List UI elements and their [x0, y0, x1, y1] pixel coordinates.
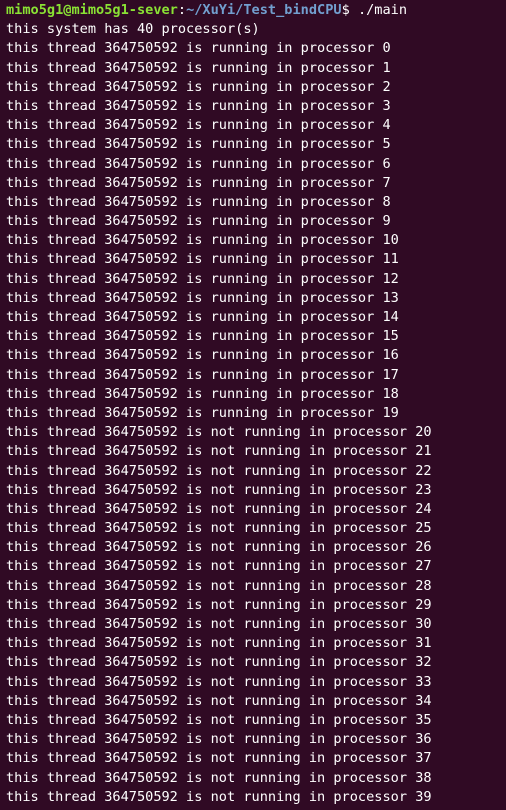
output-line: this thread 364750592 is not running in … [6, 539, 432, 556]
output-line: this thread 364750592 is running in proc… [6, 347, 399, 364]
prompt-line: mimo5g1@mimo5g1-sever:~/XuYi/Test_bindCP… [6, 1, 506, 20]
output-line: this thread 364750592 is running in proc… [6, 289, 399, 306]
output-line: this thread 364750592 is not running in … [6, 481, 432, 498]
output-line: this thread 364750592 is running in proc… [6, 213, 391, 230]
output-line: this thread 364750592 is not running in … [6, 711, 432, 728]
output-line: this thread 364750592 is not running in … [6, 558, 432, 575]
output-line: this thread 364750592 is not running in … [6, 654, 432, 671]
prompt-separator: : [177, 2, 187, 18]
output-line: this thread 364750592 is not running in … [6, 788, 432, 805]
output-line: this thread 364750592 is running in proc… [6, 78, 391, 95]
output-line: this thread 364750592 is not running in … [6, 635, 432, 652]
output-line: this thread 364750592 is running in proc… [6, 117, 391, 134]
prompt-path: ~/XuYi/Test_bindCPU [186, 2, 342, 18]
output-line: this thread 364750592 is running in proc… [6, 251, 399, 268]
output-line: this thread 364750592 is not running in … [6, 500, 432, 517]
output-line: this thread 364750592 is running in proc… [6, 174, 391, 191]
output-line: this thread 364750592 is running in proc… [6, 328, 399, 345]
output-line: this thread 364750592 is not running in … [6, 577, 432, 594]
output-line: this thread 364750592 is running in proc… [6, 404, 399, 421]
prompt-user-host: mimo5g1@mimo5g1-sever [6, 2, 178, 18]
output-line: this thread 364750592 is not running in … [6, 424, 432, 441]
output-line: this thread 364750592 is running in proc… [6, 59, 391, 76]
output-line: this thread 364750592 is not running in … [6, 462, 432, 479]
output-line: this thread 364750592 is not running in … [6, 616, 432, 632]
output-line: this thread 364750592 is not running in … [6, 769, 432, 786]
output-line: this thread 364750592 is running in proc… [6, 366, 399, 383]
output-line: this thread 364750592 is running in proc… [6, 97, 391, 114]
prompt-symbol: $ [341, 2, 358, 18]
terminal-output: this system has 40 processor(s) this thre… [6, 20, 506, 807]
output-line: this thread 364750592 is not running in … [6, 520, 432, 537]
output-line: this thread 364750592 is not running in … [6, 596, 432, 613]
output-line: this thread 364750592 is running in proc… [6, 309, 399, 325]
output-line: this thread 364750592 is not running in … [6, 692, 432, 709]
output-line: this thread 364750592 is not running in … [6, 731, 432, 748]
output-line: this thread 364750592 is running in proc… [6, 232, 399, 249]
output-line: this thread 364750592 is running in proc… [6, 193, 391, 210]
output-line: this system has 40 processor(s) [6, 21, 260, 38]
output-line: this thread 364750592 is not running in … [6, 443, 432, 460]
terminal-window[interactable]: mimo5g1@mimo5g1-sever:~/XuYi/Test_bindCP… [0, 0, 506, 810]
output-line: this thread 364750592 is not running in … [6, 673, 432, 690]
output-line: this thread 364750592 is running in proc… [6, 155, 391, 172]
output-line: this thread 364750592 is not running in … [6, 750, 432, 767]
output-line: this thread 364750592 is running in proc… [6, 136, 391, 153]
output-line: this thread 364750592 is running in proc… [6, 40, 391, 57]
output-line: this thread 364750592 is running in proc… [6, 270, 399, 287]
command-text: ./main [357, 2, 408, 18]
output-line: this thread 364750592 is running in proc… [6, 385, 399, 402]
